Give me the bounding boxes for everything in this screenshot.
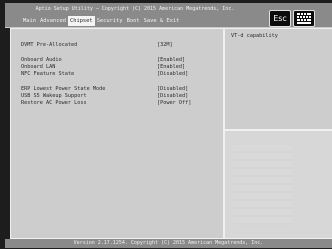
header-title: Aptio Setup Utility – Copyright (C) 2015… <box>35 6 235 12</box>
help-panel: VT-d capability <box>224 28 332 130</box>
footer-bar: Version 2.17.1254. Copyright (C) 2015 Am… <box>5 239 332 248</box>
esc-button[interactable]: Esc <box>269 10 291 27</box>
setting-label: USB S5 Wakeup Support <box>21 93 87 99</box>
setting-row-usb-s5-wakeup[interactable]: USB S5 Wakeup Support [Disabled] <box>21 93 221 99</box>
setting-value[interactable]: [Disabled] <box>157 71 188 77</box>
tab-boot[interactable]: Boot <box>125 16 142 26</box>
tab-bar: Main Advanced Chipset Security Boot Save… <box>21 16 181 26</box>
key-legend-panel <box>224 130 332 239</box>
setting-label: Onboard LAN <box>21 64 56 70</box>
keyboard-button[interactable] <box>293 10 315 27</box>
setting-row-nfc[interactable]: NFC Feature State [Disabled] <box>21 71 221 77</box>
setting-value[interactable]: [Enabled] <box>157 64 185 70</box>
setting-row-dvmt[interactable]: DVMT Pre-Allocated [32M] <box>21 42 221 48</box>
setting-label: ERP Lowest Power State Mode <box>21 86 106 92</box>
setting-value[interactable]: [Power Off] <box>157 100 191 106</box>
key-legend-list <box>233 145 293 225</box>
tab-security[interactable]: Security <box>95 16 125 26</box>
setting-row-onboard-lan[interactable]: Onboard LAN [Enabled] <box>21 64 221 70</box>
setting-row-onboard-audio[interactable]: Onboard Audio [Enabled] <box>21 57 221 63</box>
setting-label: Onboard Audio <box>21 57 62 63</box>
tab-save-exit[interactable]: Save & Exit <box>142 16 182 26</box>
setting-value[interactable]: [Disabled] <box>157 93 188 99</box>
setting-row-erp[interactable]: ERP Lowest Power State Mode [Disabled] <box>21 86 221 92</box>
help-text: VT-d capability <box>231 33 278 39</box>
tab-advanced[interactable]: Advanced <box>38 16 68 26</box>
setting-label: DVMT Pre-Allocated <box>21 42 78 48</box>
setting-label: Restore AC Power Loss <box>21 100 87 106</box>
setting-row-restore-ac-power[interactable]: Restore AC Power Loss [Power Off] <box>21 100 221 106</box>
tab-main[interactable]: Main <box>21 16 38 26</box>
setting-value[interactable]: [Disabled] <box>157 86 188 92</box>
keyboard-icon <box>297 13 311 24</box>
setting-value[interactable]: [32M] <box>157 42 173 48</box>
header-bar: Aptio Setup Utility – Copyright (C) 2015… <box>5 3 332 28</box>
bios-screen: Aptio Setup Utility – Copyright (C) 2015… <box>0 0 332 249</box>
footer-text: Version 2.17.1254. Copyright (C) 2015 Am… <box>73 240 264 246</box>
tab-chipset[interactable]: Chipset <box>67 16 95 26</box>
setting-value[interactable]: [Enabled] <box>157 57 185 63</box>
settings-panel: DVMT Pre-Allocated [32M] Onboard Audio [… <box>10 28 224 239</box>
setting-label: NFC Feature State <box>21 71 75 77</box>
